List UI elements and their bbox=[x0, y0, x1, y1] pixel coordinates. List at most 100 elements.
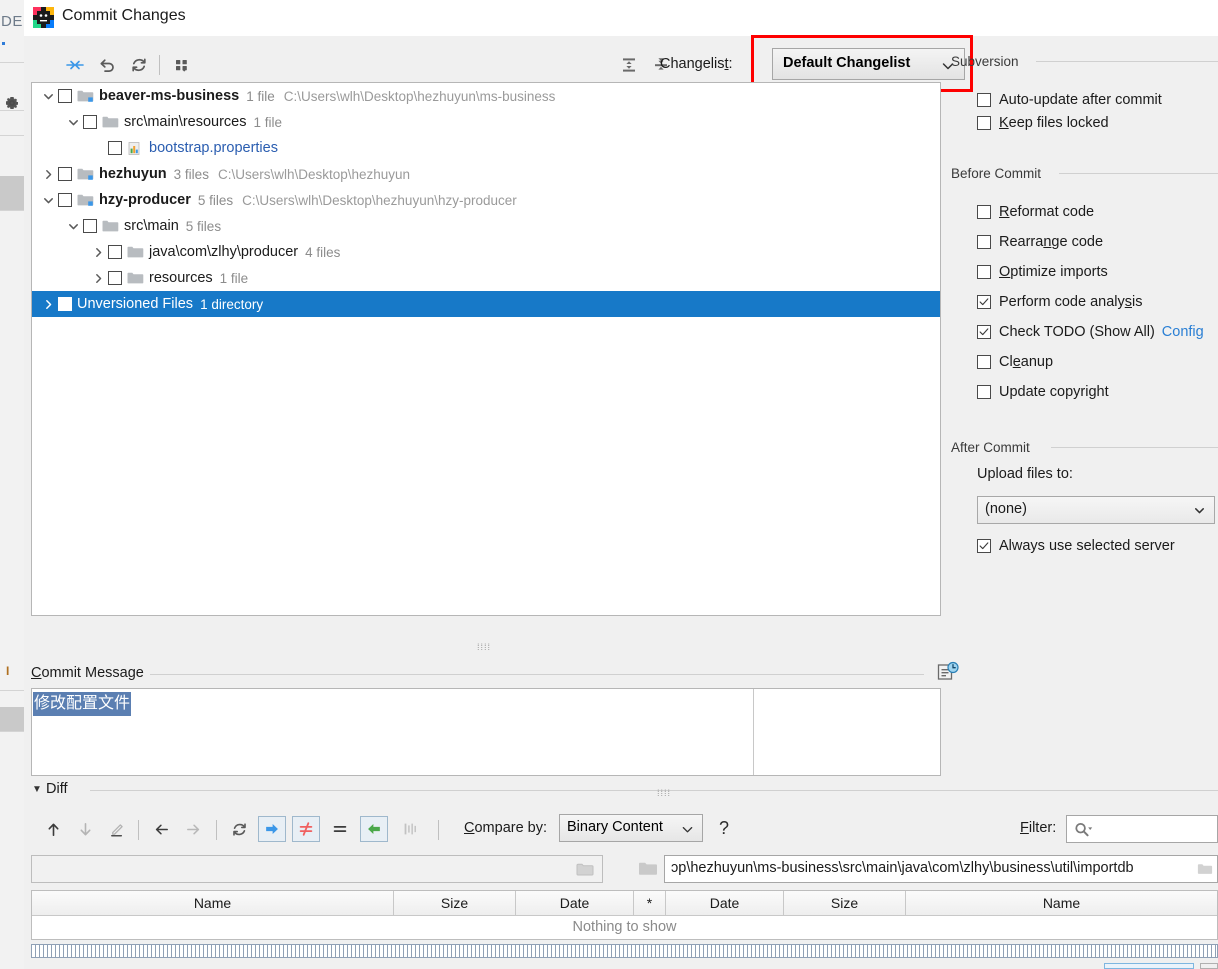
tree-row[interactable]: java\com\zlhy\producer 4 files bbox=[32, 239, 940, 265]
chevron-right-icon[interactable] bbox=[38, 298, 58, 311]
tree-row-checkbox[interactable] bbox=[108, 271, 122, 285]
option-label: Perform code analysis bbox=[999, 294, 1143, 310]
option-keep-files-locked[interactable]: Keep files locked bbox=[977, 111, 1109, 135]
previous-difference-icon[interactable] bbox=[40, 816, 66, 842]
option-auto-update-after-commit[interactable]: Auto-update after commit bbox=[977, 88, 1162, 112]
section-title: Before Commit bbox=[951, 166, 1042, 181]
show-equal-files-icon[interactable] bbox=[326, 816, 354, 842]
chevron-down-icon[interactable] bbox=[38, 90, 58, 103]
tree-row[interactable]: bootstrap.properties bbox=[32, 135, 940, 161]
option-always-use-selected-server[interactable]: Always use selected server bbox=[977, 534, 1175, 558]
tree-row-checkbox[interactable] bbox=[108, 141, 122, 155]
tree-row[interactable]: hzy-producer 5 files C:\Users\wlh\Desktop\… bbox=[32, 187, 940, 213]
next-difference-icon[interactable] bbox=[72, 816, 98, 842]
tree-row-path: C:\Users\wlh\Desktop\hezhuyun\hzy-produc… bbox=[242, 192, 517, 208]
right-margin-divider bbox=[753, 689, 754, 775]
option-reformat-code[interactable]: Reformat code bbox=[977, 200, 1094, 224]
option-label: Always use selected server bbox=[999, 538, 1175, 554]
table-column-header[interactable]: * bbox=[634, 891, 666, 915]
table-column-header[interactable]: Size bbox=[784, 891, 906, 915]
divider bbox=[216, 820, 217, 840]
option-check-todo-show-all[interactable]: Check TODO (Show All) Config bbox=[977, 320, 1204, 344]
show-deleted-files-icon[interactable] bbox=[360, 816, 388, 842]
compare-by-dropdown[interactable]: Binary Content bbox=[559, 814, 703, 842]
refresh-icon[interactable] bbox=[126, 52, 152, 78]
tree-row[interactable]: resources 1 file bbox=[32, 265, 940, 291]
changes-tree[interactable]: beaver-ms-business 1 file C:\Users\wlh\Des… bbox=[31, 82, 941, 616]
commit-message-label: Commit Message bbox=[31, 665, 150, 681]
option-cleanup[interactable]: Cleanup bbox=[977, 350, 1053, 374]
option-label: Keep files locked bbox=[999, 115, 1109, 131]
tree-row[interactable]: Unversioned Files 1 directory bbox=[32, 291, 940, 317]
chevron-right-icon[interactable] bbox=[88, 272, 108, 285]
compare-by-label: Compare by: bbox=[464, 820, 548, 836]
edit-source-icon[interactable] bbox=[104, 816, 130, 842]
option-rearrange-code[interactable]: Rearrange code bbox=[977, 230, 1103, 254]
commit-message-input[interactable]: 修改配置文件 bbox=[31, 688, 941, 776]
dialog-title: Commit Changes bbox=[62, 7, 186, 24]
option-optimize-imports[interactable]: Optimize imports bbox=[977, 260, 1108, 284]
table-column-header[interactable]: Name bbox=[32, 891, 394, 915]
search-icon[interactable] bbox=[1073, 821, 1093, 839]
tree-row-checkbox[interactable] bbox=[58, 89, 72, 103]
chevron-down-icon[interactable] bbox=[63, 116, 83, 129]
tree-row-name: bootstrap.properties bbox=[149, 140, 278, 156]
right-path-input[interactable]: ɔp\hezhuyun\ms-business\src\main\java\co… bbox=[664, 855, 1218, 883]
commit-button[interactable] bbox=[1104, 963, 1194, 969]
chevron-right-icon[interactable] bbox=[88, 246, 108, 259]
chevron-down-icon[interactable]: ▼ bbox=[32, 784, 42, 795]
changelist-value: Default Changelist bbox=[783, 55, 911, 71]
cancel-button[interactable] bbox=[1200, 963, 1218, 969]
show-diff-icon[interactable] bbox=[62, 52, 88, 78]
gear-icon[interactable] bbox=[4, 95, 20, 111]
tree-row-checkbox[interactable] bbox=[108, 245, 122, 259]
tree-row-checkbox[interactable] bbox=[58, 167, 72, 181]
filter-input[interactable] bbox=[1066, 815, 1218, 843]
chevron-down-icon bbox=[681, 823, 694, 836]
commit-changes-dialog: Commit Changes Changelist: Default Chang… bbox=[24, 0, 1218, 969]
option-perform-code-analysis[interactable]: Perform code analysis bbox=[977, 290, 1142, 314]
tree-row[interactable]: src\main\resources 1 file bbox=[32, 109, 940, 135]
folder-open-icon[interactable] bbox=[576, 862, 594, 877]
horizontal-scrollbar[interactable] bbox=[31, 944, 1218, 958]
splitter-handle[interactable]: ⁞⁞⁞⁞ bbox=[454, 643, 514, 652]
group-by-icon[interactable] bbox=[169, 52, 195, 78]
table-column-header[interactable]: Name bbox=[906, 891, 1217, 915]
message-history-icon[interactable] bbox=[936, 660, 960, 684]
tree-row[interactable]: src\main 5 files bbox=[32, 213, 940, 239]
tree-row-checkbox[interactable] bbox=[83, 115, 97, 129]
copy-to-left-icon[interactable] bbox=[148, 816, 174, 842]
tree-row-checkbox[interactable] bbox=[58, 297, 72, 311]
option-update-copyright[interactable]: Update copyright bbox=[977, 380, 1109, 404]
upload-files-dropdown[interactable]: (none) bbox=[977, 496, 1215, 524]
help-button[interactable]: ? bbox=[719, 818, 729, 839]
show-new-files-icon[interactable] bbox=[258, 816, 286, 842]
show-different-files-icon[interactable] bbox=[292, 816, 320, 842]
diff-results-table[interactable]: Name Size Date * Date Size Name Nothing to sho… bbox=[31, 890, 1218, 940]
tree-row-checkbox[interactable] bbox=[83, 219, 97, 233]
tree-row[interactable]: hezhuyun 3 files C:\Users\wlh\Desktop\hezh… bbox=[32, 161, 940, 187]
diff-section-label: Diff bbox=[46, 781, 68, 797]
table-column-header[interactable]: Date bbox=[666, 891, 784, 915]
changelist-dropdown[interactable]: Default Changelist bbox=[772, 48, 965, 80]
tree-row-count: 5 files bbox=[197, 192, 234, 208]
table-column-header[interactable]: Date bbox=[516, 891, 634, 915]
chevron-down-icon[interactable] bbox=[63, 220, 83, 233]
synchronize-icon[interactable] bbox=[226, 816, 252, 842]
copy-to-right-icon[interactable] bbox=[180, 816, 206, 842]
revert-icon[interactable] bbox=[94, 52, 120, 78]
splitter-handle[interactable]: ⁞⁞⁞⁞ bbox=[634, 789, 694, 798]
table-column-header[interactable]: Size bbox=[394, 891, 516, 915]
folder-open-icon[interactable] bbox=[1197, 862, 1213, 876]
divider bbox=[134, 674, 924, 675]
configure-link[interactable]: Config bbox=[1162, 324, 1204, 340]
section-title: After Commit bbox=[951, 440, 1030, 455]
expand-all-icon[interactable] bbox=[616, 52, 642, 78]
tree-row[interactable]: beaver-ms-business 1 file C:\Users\wlh\Des… bbox=[32, 83, 940, 109]
chevron-right-icon[interactable] bbox=[38, 168, 58, 181]
tree-row-checkbox[interactable] bbox=[58, 193, 72, 207]
tree-row-path: C:\Users\wlh\Desktop\hezhuyun\ms-busines… bbox=[283, 88, 556, 104]
compare-columns-icon[interactable] bbox=[396, 816, 424, 842]
chevron-down-icon[interactable] bbox=[38, 194, 58, 207]
left-path-input[interactable] bbox=[31, 855, 603, 883]
